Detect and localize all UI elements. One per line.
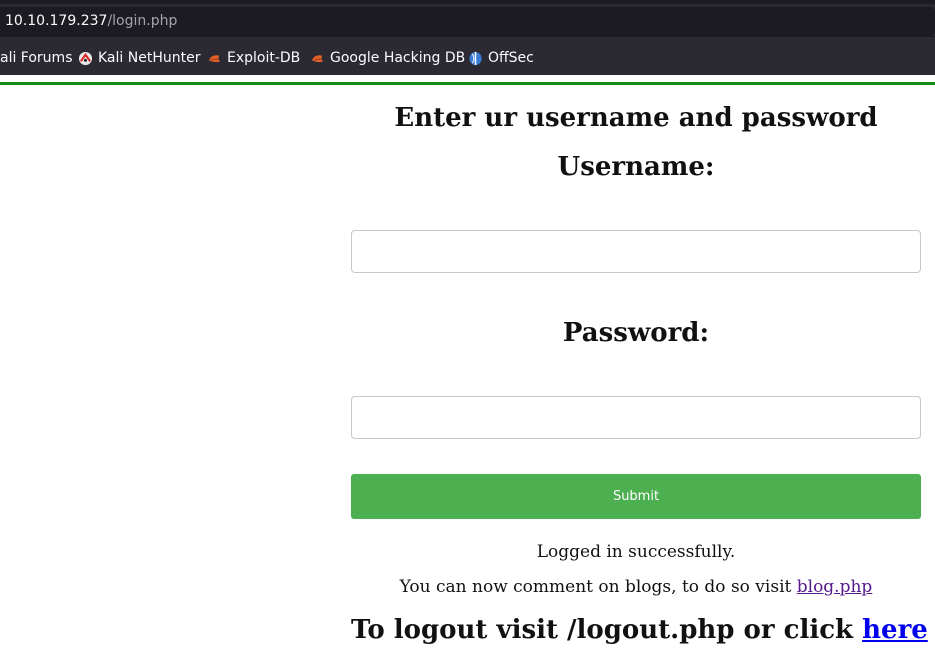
url-field[interactable]: 10.10.179.237/login.php bbox=[0, 7, 935, 36]
username-input[interactable] bbox=[351, 230, 921, 273]
nethunter-icon bbox=[78, 51, 93, 65]
submit-button[interactable]: Submit bbox=[351, 474, 921, 519]
logout-link[interactable]: here bbox=[862, 615, 928, 645]
bookmark-label: Google Hacking DB bbox=[330, 50, 466, 66]
url-path: /login.php bbox=[107, 13, 178, 29]
url-host: 10.10.179.237 bbox=[5, 13, 108, 29]
status-message: Logged in successfully. bbox=[536, 542, 736, 562]
bookmark-kali-forums[interactable]: ali Forums bbox=[0, 49, 73, 67]
bookmark-label: Kali NetHunter bbox=[98, 50, 201, 66]
logout-message: To logout visit /logout.php or click her… bbox=[351, 615, 928, 645]
bookmark-label: OffSec bbox=[488, 50, 534, 66]
offsec-icon bbox=[469, 51, 482, 65]
url-bar: 10.10.179.237/login.php bbox=[0, 4, 935, 37]
ghdb-icon bbox=[311, 54, 324, 62]
blog-message-text: You can now comment on blogs, to do so v… bbox=[399, 577, 797, 597]
logout-message-text: To logout visit /logout.php or click bbox=[351, 615, 863, 645]
password-input[interactable] bbox=[351, 396, 921, 439]
bookmark-offsec[interactable]: OffSec bbox=[468, 49, 534, 67]
bookmark-label: Exploit-DB bbox=[227, 50, 301, 66]
blog-message: You can now comment on blogs, to do so v… bbox=[351, 577, 921, 597]
bookmark-google-hacking-db[interactable]: Google Hacking DB bbox=[310, 49, 465, 67]
page-top-rule bbox=[0, 82, 935, 85]
password-label: Password: bbox=[562, 318, 710, 348]
bookmark-kali-nethunter[interactable]: Kali NetHunter bbox=[78, 49, 200, 67]
username-label: Username: bbox=[557, 152, 715, 182]
bookmarks-toolbar: ali Forums Kali NetHunter Exploit-DB Goo… bbox=[0, 37, 935, 75]
blog-link[interactable]: blog.php bbox=[797, 577, 873, 597]
exploitdb-icon bbox=[208, 54, 221, 62]
bookmark-label: ali Forums bbox=[0, 50, 73, 66]
bookmark-exploit-db[interactable]: Exploit-DB bbox=[207, 49, 300, 67]
page-title: Enter ur username and password bbox=[394, 103, 878, 133]
